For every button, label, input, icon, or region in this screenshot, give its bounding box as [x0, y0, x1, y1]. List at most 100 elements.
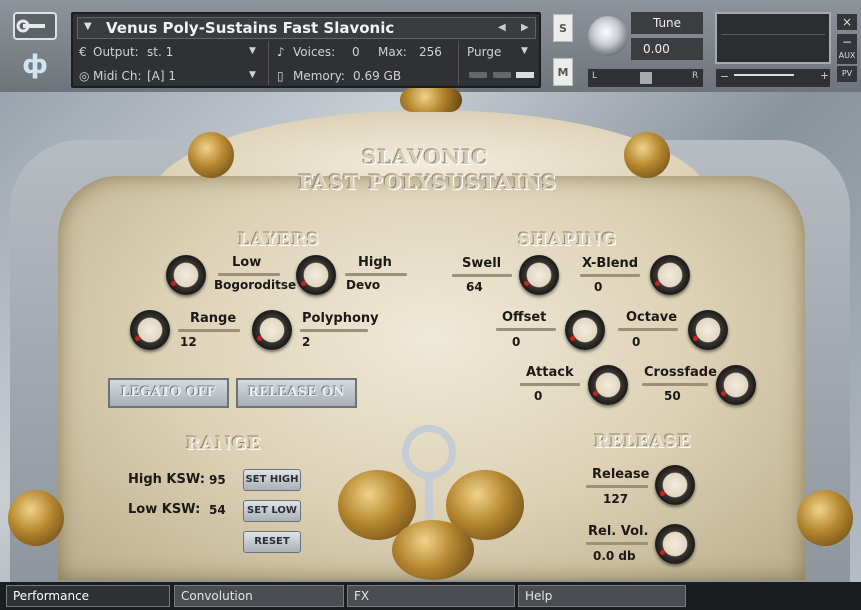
memory-icon: ▯ — [277, 69, 284, 83]
midi-channel-value[interactable]: [A] 1 — [147, 69, 176, 83]
gold-crest-ornament — [400, 88, 462, 112]
release-value: 127 — [603, 492, 629, 506]
purge-dropdown-icon[interactable]: ▼ — [521, 46, 528, 56]
gold-medallion-left — [8, 490, 64, 546]
tab-help[interactable]: Help — [518, 585, 686, 607]
close-icon[interactable]: × — [837, 14, 857, 30]
label-underline — [496, 328, 556, 331]
label-underline — [642, 383, 708, 386]
mute-button[interactable]: M — [553, 58, 573, 86]
next-instrument-icon[interactable]: ▶ — [521, 22, 529, 33]
volume-plus-icon[interactable]: + — [820, 69, 829, 82]
label-underline — [178, 329, 240, 332]
level-meter — [715, 12, 831, 64]
crossfade-knob[interactable] — [716, 365, 756, 405]
wrench-icon[interactable] — [13, 12, 57, 40]
gold-rose-ornament — [392, 520, 474, 580]
pan-left-label: L — [592, 71, 598, 81]
midi-dropdown-icon[interactable]: ▼ — [249, 70, 256, 80]
octave-value: 0 — [632, 335, 641, 349]
reset-button[interactable]: RESET — [243, 531, 301, 553]
meter-divider — [721, 34, 825, 35]
pan-handle[interactable] — [640, 72, 652, 84]
venus-symbol-ornament — [402, 425, 456, 479]
tab-fx[interactable]: FX — [347, 585, 515, 607]
attack-value: 0 — [534, 389, 543, 403]
octave-knob[interactable] — [688, 310, 728, 350]
swell-knob[interactable] — [519, 255, 559, 295]
max-voices-label: Max: — [378, 45, 407, 59]
tune-knob[interactable] — [588, 16, 628, 56]
purge-menu[interactable]: Purge — [467, 45, 501, 59]
title-line-2: FAST POLYSUSTAINS — [298, 170, 558, 194]
range-knob[interactable] — [130, 310, 170, 350]
collapse-arrow-icon[interactable]: ▼ — [84, 21, 92, 32]
pan-slider[interactable]: L R — [587, 68, 704, 88]
instrument-info-panel: ▼ Venus Poly-Sustains Fast Slavonic ◀ ▶ … — [71, 12, 541, 88]
offset-knob[interactable] — [565, 310, 605, 350]
high-layer-value: Devo — [346, 278, 381, 292]
output-value[interactable]: st. 1 — [147, 45, 173, 59]
volume-minus-icon[interactable]: − — [720, 70, 729, 83]
range-heading: RANGE — [186, 434, 262, 454]
low-layer-value: Bogoroditse — [214, 278, 297, 292]
midi-icon: ◎ — [79, 69, 90, 83]
gold-bird-ornament-left — [188, 132, 234, 178]
aux-button[interactable]: AUX — [837, 48, 857, 64]
output-label: Output: — [93, 45, 139, 59]
release-heading: RELEASE — [594, 432, 692, 452]
legato-toggle-button[interactable]: LEGATO OFF — [108, 378, 229, 408]
release-volume-value: 0.0 db — [593, 549, 636, 563]
solo-button[interactable]: S — [553, 14, 573, 42]
volume-slider[interactable]: − + — [715, 68, 831, 88]
tab-performance[interactable]: Performance — [6, 585, 170, 607]
pv-button[interactable]: PV — [837, 66, 857, 82]
tune-label: Tune — [631, 12, 703, 34]
instrument-title: Venus Poly-Sustains Fast Slavonic — [106, 19, 395, 37]
layers-heading: LAYERS — [238, 230, 320, 250]
crossfade-value: 50 — [664, 389, 681, 403]
crossfade-label: Crossfade — [644, 365, 717, 380]
swell-label: Swell — [462, 256, 502, 271]
polyphony-knob[interactable] — [252, 310, 292, 350]
xblend-label: X-Blend — [582, 256, 639, 271]
polyphony-value: 2 — [302, 335, 311, 349]
set-high-button[interactable]: SET HIGH — [243, 469, 301, 491]
midi-channel-label: Midi Ch: — [93, 69, 142, 83]
divider — [458, 41, 459, 85]
xblend-knob[interactable] — [650, 255, 690, 295]
low-ksw-label: Low KSW: — [128, 502, 201, 517]
high-layer-label: High — [358, 255, 392, 270]
high-ksw-value: 95 — [209, 473, 226, 487]
output-dropdown-icon[interactable]: ▼ — [249, 46, 256, 56]
attack-knob[interactable] — [588, 365, 628, 405]
label-underline — [218, 273, 280, 276]
label-underline — [520, 383, 580, 386]
voices-icon: ♪ — [277, 45, 285, 59]
max-voices-value[interactable]: 256 — [419, 45, 442, 59]
instrument-title-bar[interactable]: ▼ Venus Poly-Sustains Fast Slavonic ◀ ▶ — [77, 17, 536, 39]
octave-label: Octave — [626, 310, 678, 325]
release-label: Release — [592, 467, 650, 482]
offset-label: Offset — [502, 310, 547, 325]
high-layer-knob[interactable] — [296, 255, 336, 295]
set-low-button[interactable]: SET LOW — [243, 500, 301, 522]
label-underline — [618, 328, 678, 331]
offset-value: 0 — [512, 335, 521, 349]
gold-bird-ornament-right — [624, 132, 670, 178]
tune-value[interactable]: 0.00 — [631, 38, 703, 60]
release-knob[interactable] — [655, 465, 695, 505]
voices-value: 0 — [352, 45, 360, 59]
release-toggle-button[interactable]: RELEASE ON — [236, 378, 357, 408]
label-underline — [345, 273, 407, 276]
logo-icon: ф — [22, 50, 48, 80]
low-layer-knob[interactable] — [166, 255, 206, 295]
purge-indicator — [516, 72, 534, 78]
high-ksw-label: High KSW: — [128, 472, 205, 487]
title-line-1: SLAVONIC — [362, 145, 489, 169]
volume-track — [734, 74, 794, 76]
gold-medallion-right — [797, 490, 853, 546]
tab-convolution[interactable]: Convolution — [174, 585, 344, 607]
prev-instrument-icon[interactable]: ◀ — [498, 22, 506, 33]
release-volume-knob[interactable] — [655, 524, 695, 564]
